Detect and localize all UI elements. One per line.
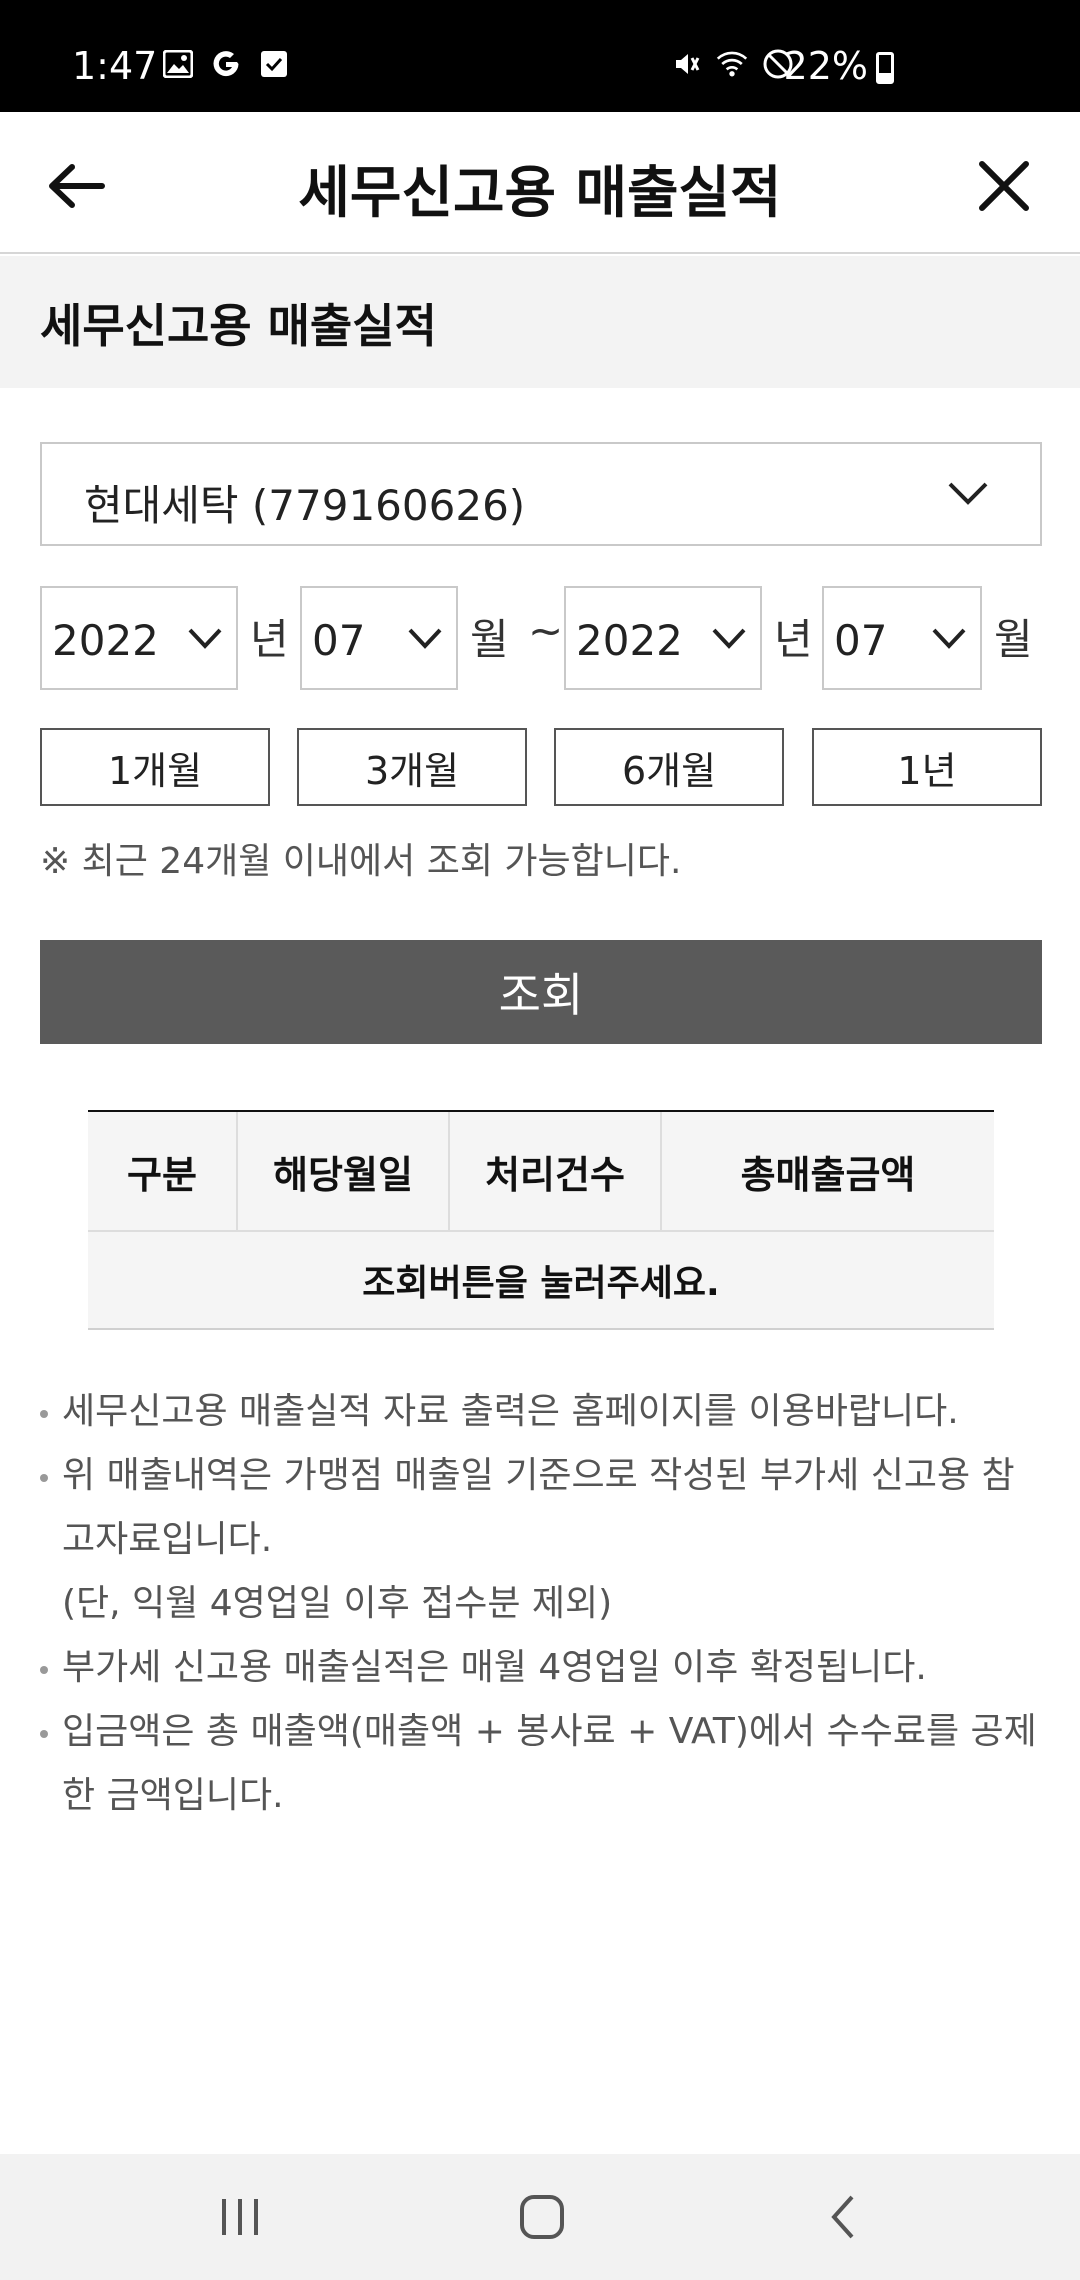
- status-right-icons: [670, 48, 794, 80]
- note-text: 입금액은 총 매출액(매출액 + 봉사료 + VAT)에서 수수료를 공제한 금…: [62, 1711, 1037, 1816]
- table-header-cell: 해당월일: [238, 1112, 450, 1230]
- app-header: 세무신고용 매출실적: [0, 112, 1080, 254]
- note-text: 위 매출내역은 가맹점 매출일 기준으로 작성된 부가세 신고용 참고자료입니다…: [62, 1455, 1015, 1560]
- note-text: (단, 익월 4영업일 이후 접수분 제외): [62, 1583, 613, 1624]
- end-year-value: 2022: [576, 616, 683, 665]
- start-year-value: 2022: [52, 616, 159, 665]
- list-item: 위 매출내역은 가맹점 매출일 기준으로 작성된 부가세 신고용 참고자료입니다…: [36, 1444, 1046, 1572]
- chevron-down-icon: [188, 628, 222, 649]
- search-button[interactable]: 조회: [40, 940, 1042, 1044]
- close-button[interactable]: [968, 150, 1040, 222]
- recent-apps-button[interactable]: [200, 2184, 280, 2250]
- back-nav-button[interactable]: [804, 2184, 884, 2250]
- sales-table: 구분 해당월일 처리건수 총매출금액 조회버튼을 눌러주세요.: [88, 1110, 994, 1330]
- period-3-month-button[interactable]: 3개월: [297, 728, 527, 806]
- recent-apps-icon: [222, 2199, 258, 2235]
- list-item: 부가세 신고용 매출실적은 매월 4영업일 이후 확정됩니다.: [36, 1636, 1046, 1700]
- note-text: 부가세 신고용 매출실적은 매월 4영업일 이후 확정됩니다.: [62, 1647, 927, 1688]
- section-header: 세무신고용 매출실적: [0, 256, 1080, 388]
- bullet-icon: [40, 1410, 48, 1418]
- end-month-select[interactable]: 07: [822, 586, 982, 690]
- start-year-select[interactable]: 2022: [40, 586, 238, 690]
- table-empty-message: 조회버튼을 눌러주세요.: [88, 1232, 994, 1330]
- table-header-cell: 처리건수: [450, 1112, 662, 1230]
- chevron-down-icon: [932, 628, 966, 649]
- period-notice: ※ 최근 24개월 이내에서 조회 가능합니다.: [40, 841, 682, 882]
- period-1-year-button[interactable]: 1년: [812, 728, 1042, 806]
- table-header-cell: 구분: [88, 1112, 238, 1230]
- list-item: 입금액은 총 매출액(매출액 + 봉사료 + VAT)에서 수수료를 공제한 금…: [36, 1700, 1046, 1828]
- status-left-icons: [162, 48, 290, 80]
- battery-percent: 22%: [783, 44, 868, 88]
- close-icon: [979, 161, 1029, 211]
- end-year-select[interactable]: 2022: [564, 586, 762, 690]
- bullet-icon: [40, 1474, 48, 1482]
- note-text: 세무신고용 매출실적 자료 출력은 홈페이지를 이용바랍니다.: [62, 1391, 959, 1432]
- list-item: (단, 익월 4영업일 이후 접수분 제외): [36, 1572, 1046, 1636]
- store-select[interactable]: 현대세탁 (779160626): [40, 442, 1042, 546]
- table-header: 구분 해당월일 처리건수 총매출금액: [88, 1112, 994, 1232]
- list-item: 세무신고용 매출실적 자료 출력은 홈페이지를 이용바랍니다.: [36, 1380, 1046, 1444]
- table-header-cell: 총매출금액: [740, 1152, 916, 1197]
- notes-list: 세무신고용 매출실적 자료 출력은 홈페이지를 이용바랍니다. 위 매출내역은 …: [36, 1380, 1046, 1828]
- bullet-icon: [40, 1730, 48, 1738]
- month-label: 월: [994, 615, 1033, 664]
- chevron-down-icon: [712, 628, 746, 649]
- system-nav-bar: [0, 2154, 1080, 2280]
- range-separator: ~: [528, 606, 564, 655]
- chevron-down-icon: [948, 482, 988, 505]
- section-title: 세무신고용 매출실적: [40, 299, 437, 353]
- checkbox-icon: [258, 48, 290, 80]
- image-icon: [162, 48, 194, 80]
- mute-icon: [670, 48, 702, 80]
- year-label: 년: [774, 615, 813, 664]
- back-icon: [831, 2195, 854, 2239]
- year-label: 년: [250, 615, 289, 664]
- period-6-month-button[interactable]: 6개월: [554, 728, 784, 806]
- period-1-month-button[interactable]: 1개월: [40, 728, 270, 806]
- bullet-icon: [40, 1666, 48, 1674]
- status-time: 1:47: [72, 44, 158, 88]
- start-month-value: 07: [312, 616, 366, 665]
- google-icon: [210, 48, 242, 80]
- chevron-down-icon: [408, 628, 442, 649]
- end-month-value: 07: [834, 616, 888, 665]
- wifi-icon: [716, 48, 748, 80]
- battery-icon: [876, 52, 894, 84]
- home-icon: [520, 2195, 564, 2239]
- store-select-value: 현대세탁 (779160626): [84, 481, 526, 530]
- month-label: 월: [470, 615, 509, 664]
- page-title: 세무신고용 매출실적: [298, 161, 782, 226]
- start-month-select[interactable]: 07: [300, 586, 458, 690]
- status-bar: 1:47 22%: [0, 0, 1080, 112]
- home-button[interactable]: [502, 2184, 582, 2250]
